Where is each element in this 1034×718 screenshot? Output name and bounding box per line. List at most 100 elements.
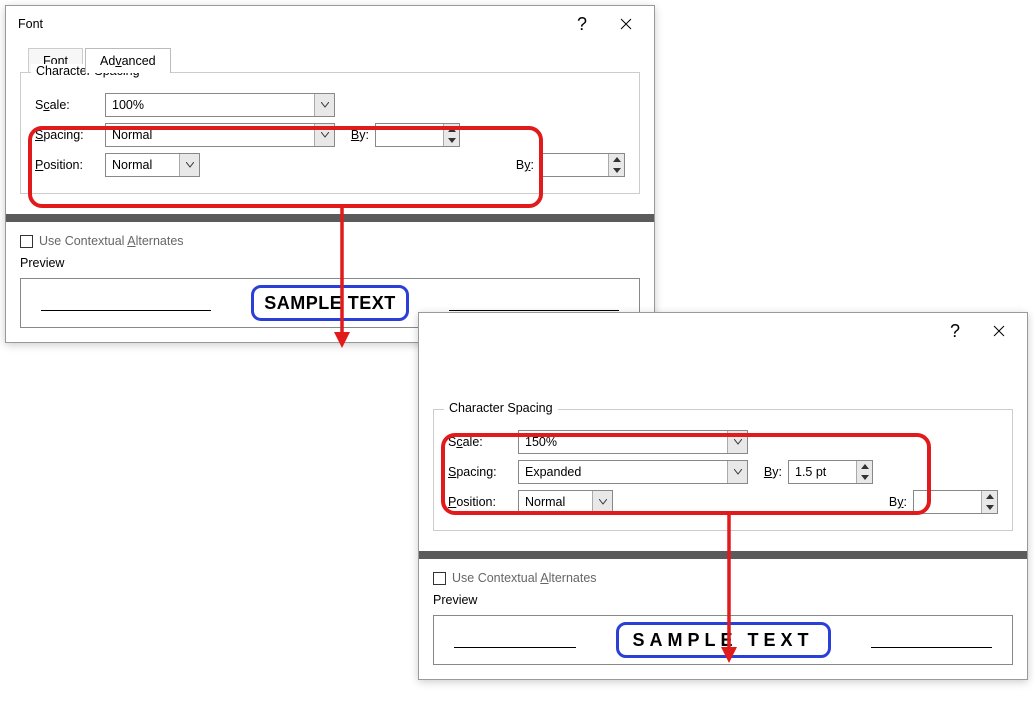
spinner-buttons [856,461,872,483]
spacing-label: Spacing: [448,465,518,479]
contextual-alternates-checkbox[interactable] [20,235,33,248]
chevron-down-icon [321,102,329,108]
chevron-down-icon [186,162,194,168]
position-by-spinner[interactable] [913,490,998,514]
tab-strip: Font Advanced [20,48,640,73]
titlebar: ? [419,313,1027,349]
contextual-alternates-checkbox[interactable] [433,572,446,585]
contextual-alternates-label: Use Contextual Alternates [39,234,184,248]
position-label: Position: [448,495,518,509]
spacing-by-spinner[interactable]: 1.5 pt [788,460,873,484]
scale-label: Scale: [35,98,105,112]
scale-row: Scale: 100% [35,93,625,117]
by-label: By: [748,465,788,479]
scale-combo[interactable]: 150% [518,430,748,454]
chevron-up-icon [448,127,456,132]
preview-underline-right [449,295,619,311]
spacing-dropdown-button[interactable] [727,461,747,483]
chevron-down-icon [986,505,994,510]
close-icon [993,325,1005,337]
scale-combo[interactable]: 100% [105,93,335,117]
spacing-combo[interactable]: Expanded [518,460,748,484]
preview-underline-right [871,632,993,648]
position-value: Normal [525,495,592,509]
spinner-up-button[interactable] [857,461,872,472]
by-label: By: [335,128,375,142]
position-dropdown-button[interactable] [179,154,199,176]
position-by-value [541,154,608,176]
chevron-down-icon [861,475,869,480]
character-spacing-group: Character Spacing Scale: 100% Spacing: N… [20,72,640,194]
position-combo[interactable]: Normal [518,490,613,514]
position-dropdown-button[interactable] [592,491,612,513]
close-icon [620,18,632,30]
preview-label: Preview [433,593,1013,607]
help-button[interactable]: ? [560,9,604,39]
chevron-down-icon [613,168,621,173]
position-combo[interactable]: Normal [105,153,200,177]
close-button[interactable] [604,9,648,39]
scale-dropdown-button[interactable] [314,94,334,116]
dialog-body: Font Advanced Character Spacing Scale: 1… [6,42,654,342]
spinner-up-button[interactable] [609,154,624,165]
position-row: Position: Normal By: [448,490,998,514]
scale-row: Scale: 150% [448,430,998,454]
dialog-body: Character Spacing Scale: 150% Spacing: E… [419,349,1027,679]
titlebar: Font ? [6,6,654,42]
spacing-dropdown-button[interactable] [314,124,334,146]
chevron-down-icon [321,132,329,138]
spinner-down-button[interactable] [982,502,997,513]
section-split [6,214,654,222]
help-button[interactable]: ? [933,316,977,346]
spinner-buttons [608,154,624,176]
section-split [419,551,1027,559]
spinner-up-button[interactable] [982,491,997,502]
spinner-down-button[interactable] [857,472,872,483]
spacing-row: Spacing: Normal By: [35,123,625,147]
spinner-buttons [981,491,997,513]
position-row: Position: Normal By: [35,153,625,177]
preview-box: SAMPLE TEXT [433,615,1013,665]
scale-dropdown-button[interactable] [727,431,747,453]
contextual-alternates-label: Use Contextual Alternates [452,571,597,585]
preview-underline-left [41,295,211,311]
tab-advanced[interactable]: Advanced [85,48,171,73]
scale-value: 100% [112,98,314,112]
spacing-combo[interactable]: Normal [105,123,335,147]
spacing-label: Spacing: [35,128,105,142]
spacing-by-value: 1.5 pt [789,461,856,483]
spacing-value: Normal [112,128,314,142]
spacing-by-spinner[interactable] [375,123,460,147]
contextual-alternates-row: Use Contextual Alternates [20,234,640,248]
spacing-row: Spacing: Expanded By: 1.5 pt [448,460,998,484]
close-button[interactable] [977,316,1021,346]
spinner-down-button[interactable] [444,135,459,146]
scale-label: Scale: [448,435,518,449]
group-label: Character Spacing [444,401,558,415]
position-by-label: By: [873,495,913,509]
chevron-down-icon [448,138,456,143]
chevron-up-icon [861,464,869,469]
preview-underline-left [454,632,576,648]
position-value: Normal [112,158,179,172]
preview-panel: Preview SAMPLE TEXT [433,593,1013,665]
position-by-value [914,491,981,513]
preview-sample-text: SAMPLE TEXT [251,285,409,321]
chevron-down-icon [734,439,742,445]
scale-value: 150% [525,435,727,449]
spacing-by-value [376,124,443,146]
chevron-down-icon [599,499,607,505]
font-dialog-2: ? Character Spacing Scale: 150% Spacing:… [418,312,1028,680]
position-by-spinner[interactable] [540,153,625,177]
preview-label: Preview [20,256,640,270]
position-label: Position: [35,158,105,172]
position-by-label: By: [500,158,540,172]
spinner-buttons [443,124,459,146]
chevron-down-icon [734,469,742,475]
spinner-down-button[interactable] [609,165,624,176]
chevron-up-icon [986,494,994,499]
character-spacing-group: Character Spacing Scale: 150% Spacing: E… [433,409,1013,531]
spacing-value: Expanded [525,465,727,479]
spinner-up-button[interactable] [444,124,459,135]
chevron-up-icon [613,157,621,162]
